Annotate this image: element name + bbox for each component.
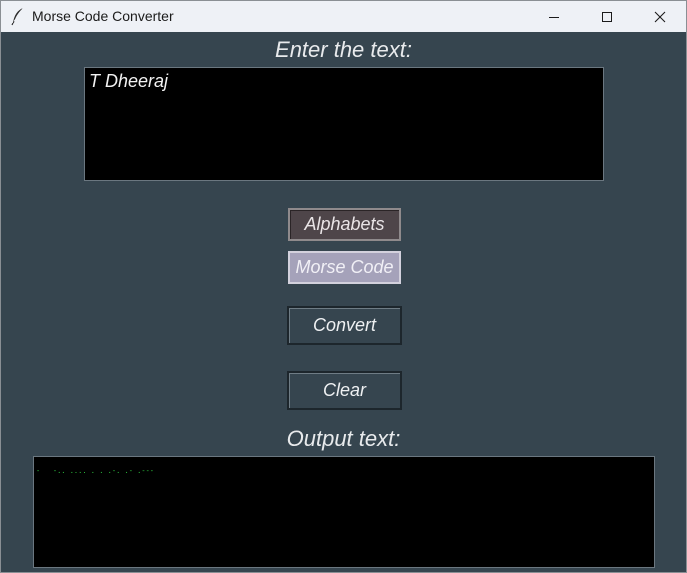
close-button[interactable] xyxy=(637,1,683,32)
input-textarea[interactable]: T Dheeraj xyxy=(84,67,604,181)
input-heading: Enter the text: xyxy=(275,37,412,62)
close-icon xyxy=(654,11,666,23)
window-title: Morse Code Converter xyxy=(32,8,174,24)
minimize-icon xyxy=(548,11,560,23)
app-window: Morse Code Converter Enter the text: T D… xyxy=(0,0,687,573)
feather-icon xyxy=(11,7,25,26)
clear-button[interactable]: Clear xyxy=(287,371,402,410)
title-bar[interactable]: Morse Code Converter xyxy=(1,1,686,32)
maximize-icon xyxy=(601,11,613,23)
input-value: T Dheeraj xyxy=(89,71,169,91)
alphabets-button[interactable]: Alphabets xyxy=(288,208,401,241)
output-heading: Output text: xyxy=(286,426,401,451)
output-value: - -.. .... . . .-. .- .--- xyxy=(36,467,155,475)
output-textarea[interactable]: - -.. .... . . .-. .- .--- xyxy=(33,456,655,568)
morse-code-button[interactable]: Morse Code xyxy=(288,251,401,284)
maximize-button[interactable] xyxy=(584,1,630,32)
convert-button[interactable]: Convert xyxy=(287,306,402,345)
minimize-button[interactable] xyxy=(531,1,577,32)
